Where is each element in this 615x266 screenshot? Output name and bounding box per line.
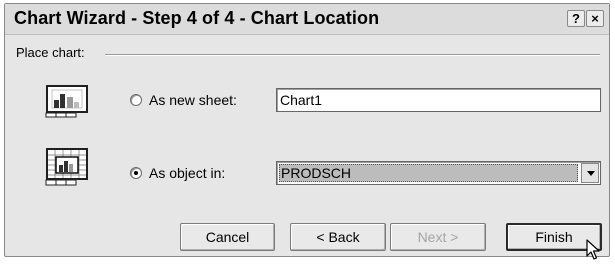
object-in-label[interactable]: As object in: <box>149 165 225 181</box>
close-icon: × <box>591 11 599 26</box>
help-icon: ? <box>572 11 580 26</box>
help-button[interactable]: ? <box>567 10 585 27</box>
chevron-down-icon <box>587 171 595 176</box>
dialog-title: Chart Wizard - Step 4 of 4 - Chart Locat… <box>14 8 380 28</box>
chart-wizard-dialog: Chart Wizard - Step 4 of 4 - Chart Locat… <box>4 3 610 257</box>
embedded-chart-icon <box>45 147 89 187</box>
next-button[interactable]: Next > <box>390 223 486 251</box>
close-button[interactable]: × <box>586 10 604 27</box>
group-label: Place chart: <box>16 45 90 60</box>
title-bar[interactable]: Chart Wizard - Step 4 of 4 - Chart Locat… <box>5 4 609 35</box>
object-in-radio[interactable] <box>130 167 142 179</box>
mouse-pointer-icon <box>586 239 602 261</box>
object-in-select[interactable]: PRODSCH <box>276 161 601 185</box>
back-button[interactable]: < Back <box>290 223 386 251</box>
chart-sheet-icon <box>45 84 89 118</box>
group-divider <box>105 54 600 56</box>
dropdown-button[interactable] <box>581 163 599 183</box>
new-sheet-label[interactable]: As new sheet: <box>149 92 237 108</box>
cancel-button[interactable]: Cancel <box>180 223 275 251</box>
object-in-selected-value: PRODSCH <box>279 164 578 182</box>
radio-selected-dot <box>134 171 138 175</box>
new-sheet-radio[interactable] <box>130 94 142 106</box>
new-sheet-input[interactable]: Chart1 <box>276 88 601 112</box>
